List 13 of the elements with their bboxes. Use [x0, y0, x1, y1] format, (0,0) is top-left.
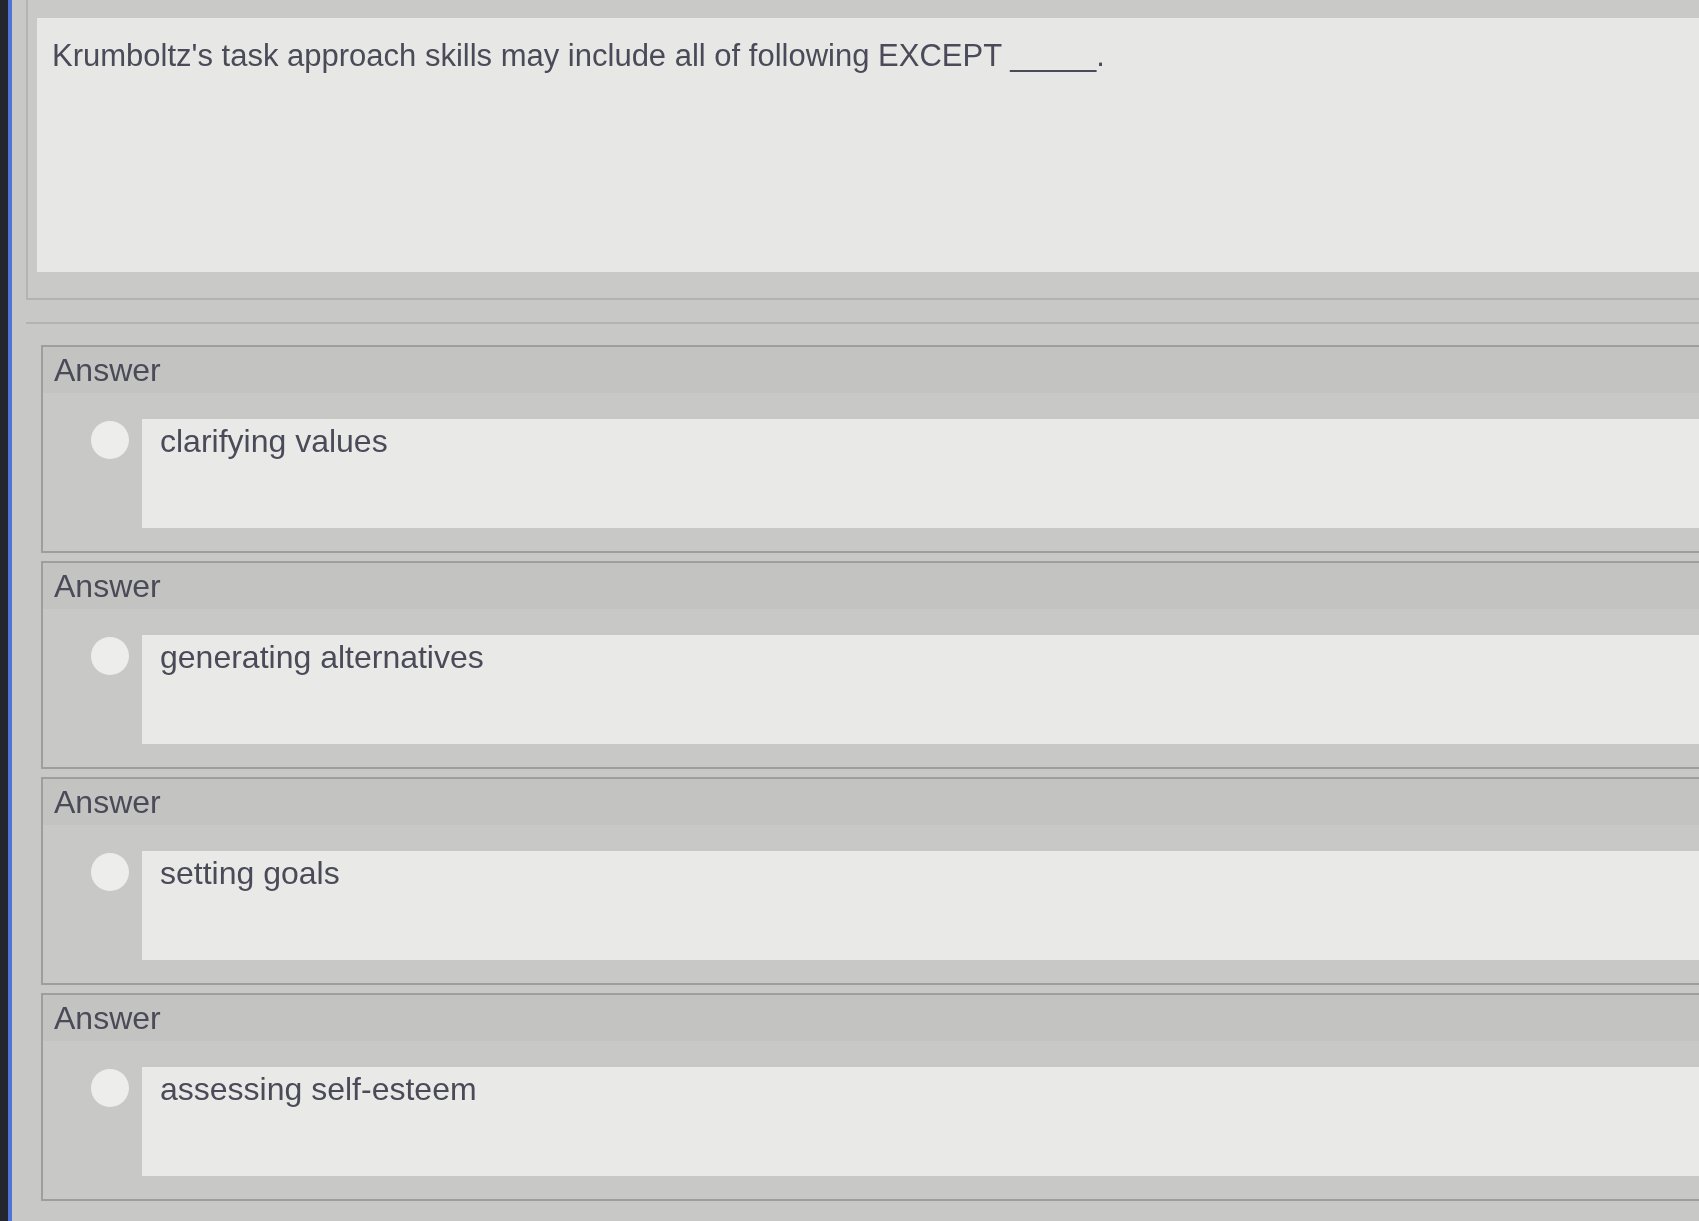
answer-label: Answer: [54, 786, 161, 818]
answer-option-text[interactable]: setting goals: [160, 855, 340, 891]
radio-button[interactable]: [91, 421, 129, 459]
answer-option-text[interactable]: clarifying values: [160, 423, 388, 459]
answer-label: Answer: [54, 354, 161, 386]
question-text: Krumboltz's task approach skills may include all of following EXCEPT _____.: [52, 38, 1105, 73]
radio-button[interactable]: [91, 637, 129, 675]
radio-button[interactable]: [91, 1069, 129, 1107]
radio-button[interactable]: [91, 853, 129, 891]
answer-option-text[interactable]: assessing self-esteem: [160, 1071, 477, 1107]
answer-label: Answer: [54, 1002, 161, 1034]
answer-label: Answer: [54, 570, 161, 602]
answer-option-text[interactable]: generating alternatives: [160, 639, 484, 675]
